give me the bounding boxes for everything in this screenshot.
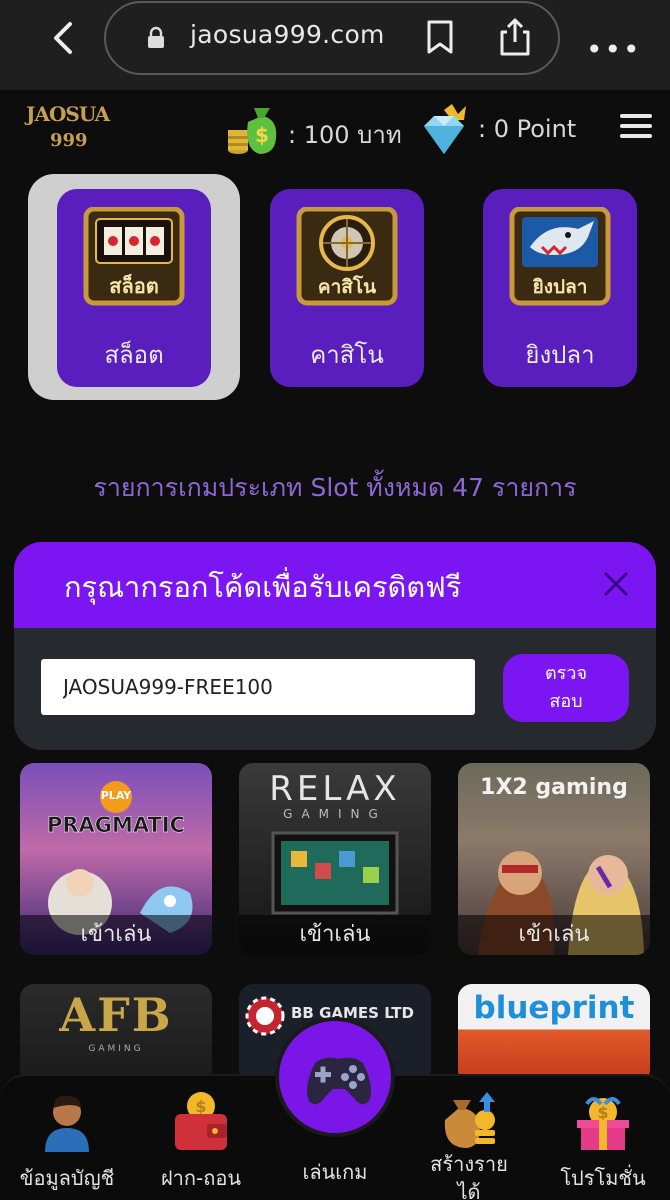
category-label: คาสิโน <box>310 341 384 369</box>
play-game-center-button[interactable] <box>275 1017 395 1137</box>
svg-text:$: $ <box>255 123 269 147</box>
category-casino[interactable]: คาสิโน คาสิโน <box>270 189 424 387</box>
svg-text:$: $ <box>195 1097 206 1116</box>
svg-text:$: $ <box>597 1103 608 1122</box>
play-button[interactable]: เข้าเล่น <box>458 915 650 955</box>
svg-text:ยิงปลา: ยิงปลา <box>533 276 588 298</box>
slot-machine-icon: สล็อต <box>83 207 185 306</box>
category-label: สล็อต <box>104 341 164 369</box>
credit-balance: : 100 บาท <box>288 121 402 149</box>
points-balance: : 0 Point <box>478 115 577 143</box>
site-logo[interactable]: JAOSUA 999 <box>22 100 122 156</box>
lock-icon <box>148 26 164 48</box>
provider-card-afb[interactable]: AFB GAMING <box>20 984 212 1084</box>
free-credit-code-modal: กรุณากรอกโค้ดเพื่อรับเครดิตฟรี ตรวจ สอบ <box>14 542 656 750</box>
account-icon <box>45 1095 89 1152</box>
browser-toolbar: jaosua999.com ••• <box>0 0 670 90</box>
check-code-button[interactable]: ตรวจ สอบ <box>503 654 629 722</box>
category-label: ยิงปลา <box>525 341 595 369</box>
close-icon[interactable] <box>602 570 630 598</box>
share-icon[interactable] <box>497 18 533 56</box>
play-button[interactable]: เข้าเล่น <box>20 915 212 955</box>
provider-card-pragmatic[interactable]: PLAY PRAGMATIC เข้าเล่น <box>20 763 212 955</box>
modal-header: กรุณากรอกโค้ดเพื่อรับเครดิตฟรี <box>14 542 656 628</box>
wallet-icon: $ <box>175 1092 227 1150</box>
nav-earn-income[interactable]: สร้างราย ได้ <box>402 1076 536 1200</box>
earn-money-icon <box>444 1092 495 1148</box>
roulette-icon: คาสิโน <box>296 207 398 306</box>
game-count-summary: รายการเกมประเภท Slot ทั้งหมด 47 รายการ <box>93 473 577 502</box>
svg-text:สล็อต: สล็อต <box>109 273 158 298</box>
money-bag-icon: $ <box>228 108 277 154</box>
provider-card-blueprint[interactable]: blueprint <box>458 984 650 1084</box>
diamond-crown-icon <box>424 104 466 154</box>
url-text[interactable]: jaosua999.com <box>190 20 385 49</box>
bookmark-icon[interactable] <box>426 20 454 54</box>
bb-chip-icon <box>245 996 285 1036</box>
nav-deposit-withdraw[interactable]: $ ฝาก-ถอน <box>134 1076 268 1200</box>
category-fishing[interactable]: ยิงปลา ยิงปลา <box>483 189 637 387</box>
gift-icon: $ <box>577 1097 629 1150</box>
category-slot[interactable]: สล็อต สล็อต <box>57 189 211 387</box>
play-button[interactable]: เข้าเล่น <box>239 915 431 955</box>
more-options-icon[interactable]: ••• <box>586 33 642 66</box>
promo-code-input[interactable] <box>41 659 475 715</box>
nav-promotion[interactable]: $ โปรโมชั่น <box>536 1076 670 1200</box>
provider-card-relax[interactable]: RELAX GAMING เข้าเล่น <box>239 763 431 955</box>
back-chevron-icon[interactable] <box>44 18 84 58</box>
nav-account[interactable]: ข้อมูลบัญชี <box>0 1076 134 1200</box>
svg-text:คาสิโน: คาสิโน <box>318 275 376 298</box>
modal-title: กรุณากรอกโค้ดเพื่อรับเครดิตฟรี <box>64 570 462 604</box>
provider-card-1x2-gaming[interactable]: 1X2 gaming เข้าเล่น <box>458 763 650 955</box>
hamburger-menu-icon[interactable] <box>620 114 652 138</box>
shark-icon: ยิงปลา <box>509 207 611 306</box>
gamepad-icon <box>307 1057 371 1105</box>
